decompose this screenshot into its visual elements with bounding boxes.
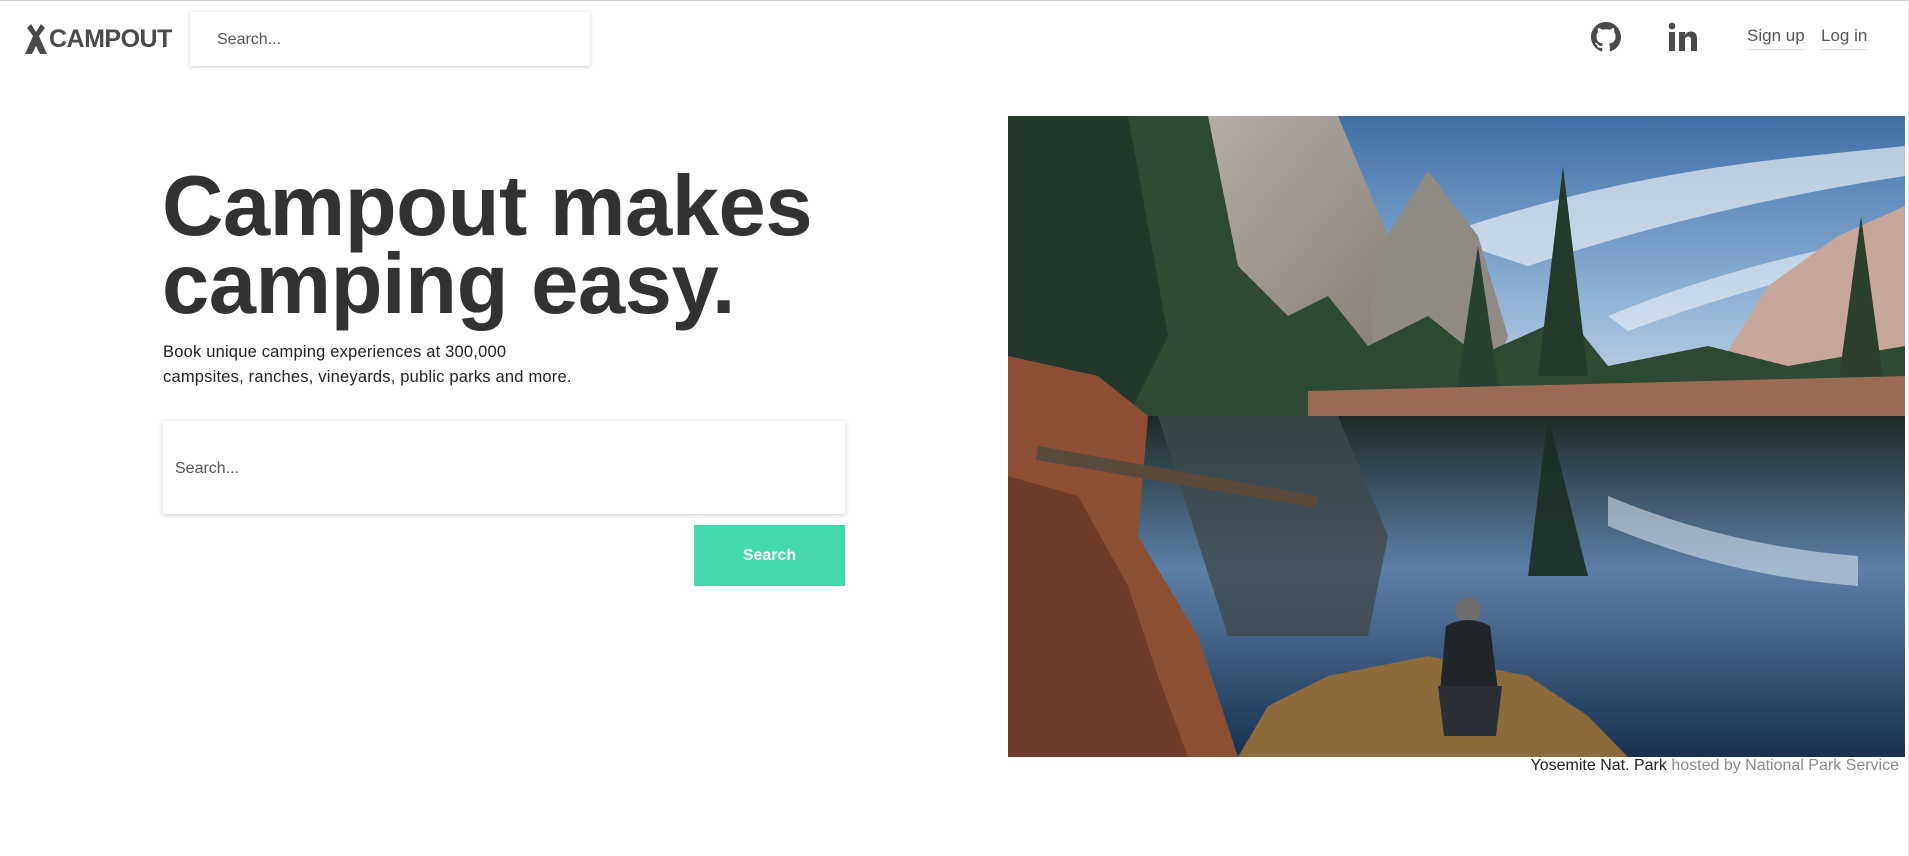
github-link[interactable] bbox=[1591, 22, 1621, 57]
hero-title-line-2: camping easy. bbox=[162, 237, 736, 332]
nav-search-box[interactable] bbox=[190, 12, 590, 68]
linkedin-icon bbox=[1668, 22, 1697, 51]
hero-search-input[interactable] bbox=[173, 421, 839, 516]
search-button[interactable]: Search bbox=[694, 525, 845, 586]
nav-search-input[interactable] bbox=[215, 12, 569, 68]
yosemite-landscape-image bbox=[1008, 116, 1905, 757]
hero-photo bbox=[1008, 116, 1905, 757]
hero-title: Campout makes camping easy. bbox=[162, 164, 922, 327]
brand-name: CAMPOUT bbox=[49, 24, 172, 53]
tent-icon bbox=[25, 24, 47, 54]
top-border bbox=[0, 0, 1909, 1]
caption-host: hosted by National Park Service bbox=[1671, 757, 1899, 774]
hero-subtitle: Book unique camping experiences at 300,0… bbox=[163, 340, 613, 390]
signup-link[interactable]: Sign up bbox=[1747, 26, 1805, 50]
logo-link[interactable]: CAMPOUT bbox=[25, 24, 172, 54]
hero-search-box[interactable] bbox=[163, 421, 845, 516]
hero-subtitle-line-2: campsites, ranches, vineyards, public pa… bbox=[163, 368, 572, 386]
photo-caption: Yosemite Nat. Park hosted by National Pa… bbox=[1531, 757, 1899, 775]
linkedin-link[interactable] bbox=[1668, 22, 1698, 57]
hero-subtitle-line-1: Book unique camping experiences at 300,0… bbox=[163, 343, 507, 361]
login-link[interactable]: Log in bbox=[1821, 26, 1868, 50]
caption-place: Yosemite Nat. Park bbox=[1530, 757, 1667, 774]
github-icon bbox=[1591, 22, 1621, 52]
